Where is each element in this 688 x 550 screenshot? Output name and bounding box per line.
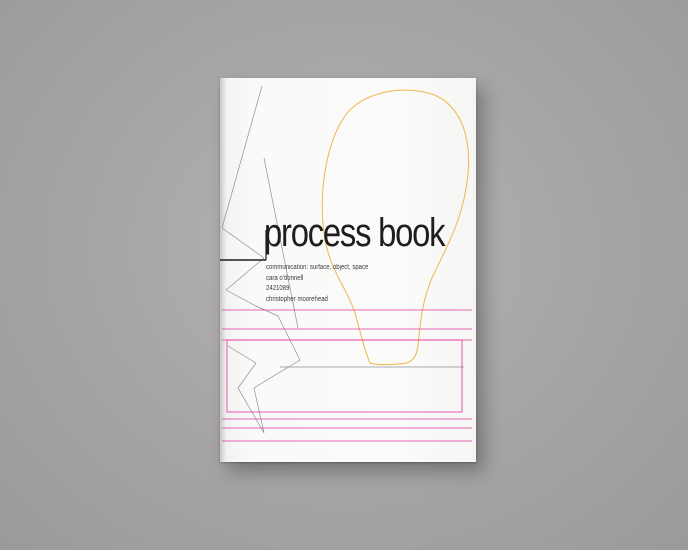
- booklet-cover: process book communication: surface, obj…: [220, 78, 476, 462]
- student-id: 2421089: [266, 285, 290, 292]
- author-name: cara o'donnell: [266, 274, 304, 282]
- tutor-name: christopher moorehead: [266, 295, 328, 303]
- photo-scene: process book communication: surface, obj…: [0, 0, 688, 550]
- book-title: process book: [264, 211, 446, 255]
- sketch-line-lower: [227, 345, 265, 434]
- guide-rectangle: [226, 339, 463, 413]
- cover-details: communication: surface, object, space ca…: [266, 263, 368, 305]
- magenta-grid-lines-graphic: [222, 309, 472, 442]
- sketch-line-middle: [225, 289, 301, 434]
- course-subtitle: communication: surface, object, space: [266, 264, 369, 271]
